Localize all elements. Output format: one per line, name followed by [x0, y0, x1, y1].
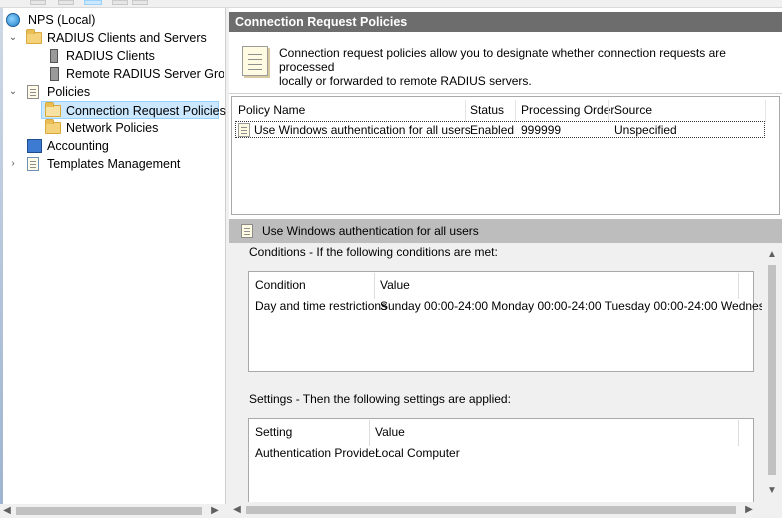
column-separator[interactable] — [374, 273, 375, 299]
policy-list[interactable] — [231, 96, 780, 215]
tree-item-accounting[interactable]: Accounting — [26, 137, 221, 155]
detail-horizontal-scrollbar[interactable]: ◀ ▶ — [229, 502, 782, 518]
tree-item-radius-clients[interactable]: RADIUS Clients — [46, 47, 221, 65]
policy-doc-icon — [27, 85, 39, 99]
detail-title: Use Windows authentication for all users — [262, 224, 479, 238]
accounting-icon — [27, 139, 42, 153]
column-header-setting[interactable]: Setting — [255, 425, 292, 439]
column-separator[interactable] — [608, 100, 609, 122]
condition-value-cell: Sunday 00:00-24:00 Monday 00:00-24:00 Tu… — [380, 299, 775, 313]
column-header-condition[interactable]: Condition — [255, 278, 306, 292]
column-header-policy-name[interactable]: Policy Name — [238, 100, 305, 120]
description-text: Connection request policies allow you to… — [279, 46, 759, 88]
description-line: locally or forwarded to remote RADIUS se… — [279, 74, 532, 88]
tree-item-policies[interactable]: ⌄ Policies — [8, 83, 223, 101]
tree-item-label: Templates Management — [47, 157, 181, 171]
scrollbar-thumb[interactable] — [246, 506, 736, 514]
folder-icon — [26, 29, 42, 44]
scrollbar-thumb[interactable] — [16, 507, 202, 515]
scroll-left-icon[interactable]: ◀ — [0, 504, 14, 518]
column-header-value[interactable]: Value — [375, 425, 405, 439]
conditions-grid[interactable] — [248, 271, 754, 372]
scroll-up-icon[interactable]: ▲ — [762, 247, 782, 263]
scrollbar-thumb[interactable] — [768, 265, 776, 475]
chevron-right-icon[interactable]: › — [8, 155, 18, 173]
tree-item-label: Remote RADIUS Server Groups — [66, 67, 224, 81]
tree-item-label: Network Policies — [66, 121, 159, 135]
column-header-source[interactable]: Source — [614, 100, 652, 120]
tree-item-label: NPS (Local) — [28, 13, 96, 27]
open-folder-icon — [45, 102, 61, 117]
column-separator[interactable] — [465, 100, 466, 122]
policy-icon — [238, 123, 250, 137]
toolbar-button[interactable] — [132, 0, 148, 5]
tree-item-network-policies[interactable]: Network Policies — [44, 119, 219, 137]
tree-item-templates-management[interactable]: › Templates Management — [8, 155, 223, 173]
description-line: Connection request policies allow you to… — [279, 46, 726, 74]
toolbar-button[interactable] — [84, 0, 102, 5]
policy-order-cell[interactable]: 999999 — [521, 124, 561, 137]
page-title: Connection Request Policies — [229, 12, 782, 32]
window-edge — [0, 8, 3, 518]
tree-item-label: Accounting — [47, 139, 109, 153]
tree-item-nps-local[interactable]: NPS (Local) — [6, 11, 221, 29]
toolbar-strip — [0, 0, 782, 8]
policy-status-cell[interactable]: Enabled — [470, 124, 514, 137]
setting-cell: Authentication Provider — [255, 446, 380, 460]
column-separator[interactable] — [738, 273, 739, 299]
policy-icon — [241, 224, 253, 238]
column-separator[interactable] — [369, 420, 370, 446]
toolbar-button[interactable] — [112, 0, 128, 5]
policy-source-cell[interactable]: Unspecified — [614, 124, 677, 137]
tree-item-label: RADIUS Clients — [66, 49, 155, 63]
column-separator[interactable] — [515, 100, 516, 122]
conditions-label: Conditions - If the following conditions… — [249, 245, 498, 259]
folder-icon — [45, 119, 61, 134]
settings-grid[interactable] — [248, 418, 754, 504]
tree-horizontal-scrollbar[interactable]: ◀ ▶ — [0, 504, 226, 518]
condition-cell: Day and time restrictions — [255, 299, 388, 313]
scroll-down-icon[interactable]: ▼ — [762, 483, 782, 499]
globe-icon — [6, 13, 20, 27]
column-header-processing-order[interactable]: Processing Order — [521, 100, 614, 120]
templates-icon — [27, 157, 39, 171]
scroll-right-icon[interactable]: ▶ — [741, 502, 757, 518]
chevron-down-icon[interactable]: ⌄ — [8, 29, 18, 47]
toolbar-button[interactable] — [58, 0, 74, 5]
server-icon — [50, 49, 58, 63]
policy-document-icon — [242, 46, 268, 76]
tree-item-radius-clients-and-servers[interactable]: ⌄ RADIUS Clients and Servers — [8, 29, 223, 47]
scroll-left-icon[interactable]: ◀ — [229, 502, 245, 518]
chevron-down-icon[interactable]: ⌄ — [8, 83, 18, 101]
column-header-value[interactable]: Value — [380, 278, 410, 292]
tree-item-label: RADIUS Clients and Servers — [47, 31, 207, 45]
tree-item-connection-request-policies[interactable]: Connection Request Policies — [41, 101, 226, 119]
detail-vertical-scrollbar[interactable]: ▲ ▼ — [762, 243, 782, 504]
settings-label: Settings - Then the following settings a… — [249, 392, 511, 406]
column-separator[interactable] — [738, 420, 739, 446]
column-separator[interactable] — [765, 100, 766, 122]
column-header-status[interactable]: Status — [470, 100, 504, 120]
toolbar-button[interactable] — [30, 0, 46, 5]
tree-item-label: Connection Request Policies — [66, 104, 226, 118]
server-group-icon — [50, 67, 59, 81]
tree-item-remote-radius-server-groups[interactable]: Remote RADIUS Server Groups — [46, 65, 224, 83]
setting-value-cell: Local Computer — [375, 446, 460, 460]
scroll-right-icon[interactable]: ▶ — [208, 504, 222, 518]
policy-name-cell[interactable]: Use Windows authentication for all users — [254, 124, 471, 137]
tree-item-label: Policies — [47, 85, 91, 99]
